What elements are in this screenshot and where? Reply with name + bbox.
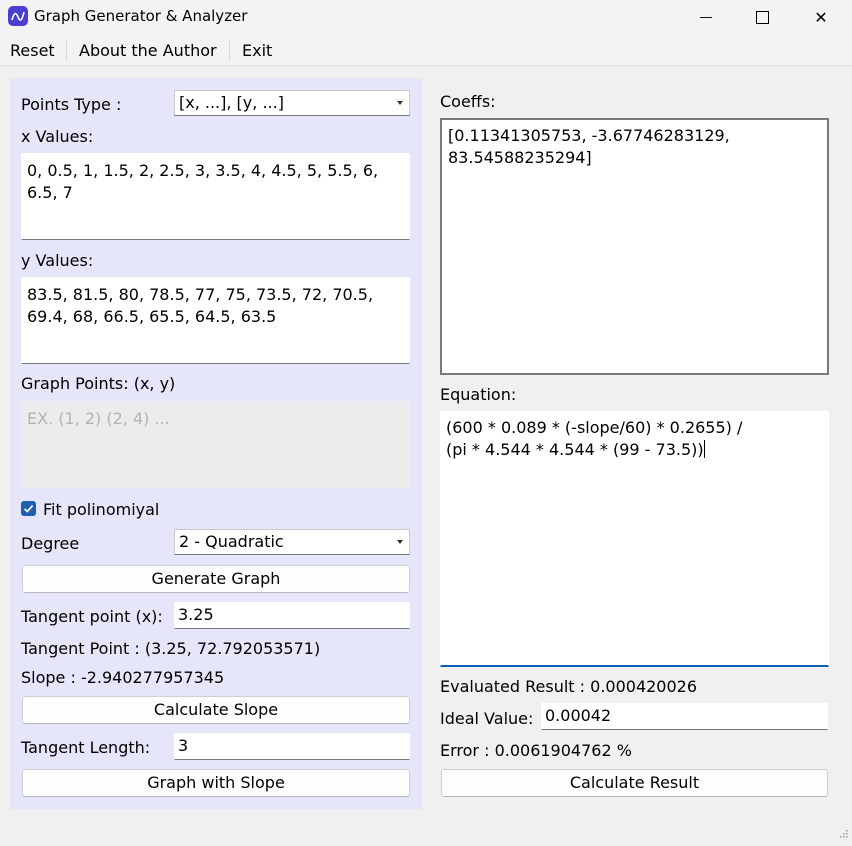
- slope-text: Slope : -2.940277957345: [21, 668, 225, 687]
- y-values-input[interactable]: 83.5, 81.5, 80, 78.5, 77, 75, 73.5, 72, …: [21, 277, 410, 364]
- ideal-value-label: Ideal Value:: [440, 709, 534, 728]
- ideal-value-input[interactable]: 0.00042: [541, 703, 828, 730]
- x-values-label: x Values:: [21, 127, 94, 146]
- points-type-value: [x, ...], [y, ...]: [179, 93, 284, 112]
- tangent-length-input[interactable]: 3: [174, 733, 410, 760]
- minimize-button[interactable]: —: [677, 0, 735, 34]
- fit-polynomial-label: Fit polinomiyal: [43, 500, 160, 519]
- x-values-input[interactable]: 0, 0.5, 1, 1.5, 2, 2.5, 3, 3.5, 4, 4.5, …: [21, 153, 410, 240]
- minimize-icon: —: [699, 9, 713, 25]
- menu-separator: [229, 41, 230, 61]
- equation-label: Equation:: [440, 385, 517, 404]
- text-caret: [703, 440, 705, 458]
- title-bar: Graph Generator & Analyzer — ✕: [0, 0, 852, 34]
- points-type-select[interactable]: [x, ...], [y, ...]: [174, 90, 410, 116]
- chevron-down-icon: [397, 540, 403, 544]
- calculate-slope-button[interactable]: Calculate Slope: [22, 696, 410, 724]
- points-type-label: Points Type :: [21, 95, 122, 114]
- tangent-length-label: Tangent Length:: [21, 738, 151, 757]
- evaluated-result-text: Evaluated Result : 0.000420026: [440, 677, 698, 696]
- degree-value: 2 - Quadratic: [179, 532, 284, 551]
- equation-line-2: (pi * 4.544 * 4.544 * (99 - 73.5)): [446, 440, 704, 459]
- calculate-result-button[interactable]: Calculate Result: [441, 769, 828, 797]
- maximize-icon: [755, 10, 769, 24]
- menu-bar: Reset About the Author Exit: [0, 36, 852, 66]
- menu-exit[interactable]: Exit: [240, 41, 274, 60]
- tangent-point-text: Tangent Point : (3.25, 72.792053571): [21, 639, 321, 658]
- degree-label: Degree: [21, 534, 80, 553]
- graph-with-slope-button[interactable]: Graph with Slope: [22, 769, 410, 797]
- maximize-button[interactable]: [733, 0, 791, 34]
- menu-reset[interactable]: Reset: [8, 41, 57, 60]
- generate-graph-button[interactable]: Generate Graph: [22, 565, 410, 593]
- coeffs-label: Coeffs:: [440, 92, 496, 111]
- menu-separator: [66, 41, 67, 61]
- y-values-label: y Values:: [21, 251, 94, 270]
- menu-about[interactable]: About the Author: [77, 41, 219, 60]
- coeffs-output[interactable]: [0.11341305753, -3.67746283129, 83.54588…: [440, 118, 829, 375]
- error-text: Error : 0.0061904762 %: [440, 741, 632, 760]
- app-icon: [8, 6, 28, 26]
- resize-grip-icon[interactable]: [838, 823, 848, 842]
- equation-line-1: (600 * 0.089 * (-slope/60) * 0.2655) /: [446, 418, 743, 437]
- close-icon: ✕: [814, 7, 828, 27]
- close-button[interactable]: ✕: [792, 0, 850, 34]
- equation-input[interactable]: (600 * 0.089 * (-slope/60) * 0.2655) / (…: [440, 411, 829, 667]
- chevron-down-icon: [397, 101, 403, 105]
- tangent-x-label: Tangent point (x):: [21, 607, 163, 626]
- degree-select[interactable]: 2 - Quadratic: [174, 529, 410, 555]
- graph-points-input: EX. (1, 2) (2, 4) ...: [21, 401, 410, 488]
- check-icon: [21, 501, 36, 516]
- window-title: Graph Generator & Analyzer: [34, 7, 248, 25]
- tangent-x-input[interactable]: 3.25: [174, 602, 410, 629]
- graph-points-label: Graph Points: (x, y): [21, 374, 176, 393]
